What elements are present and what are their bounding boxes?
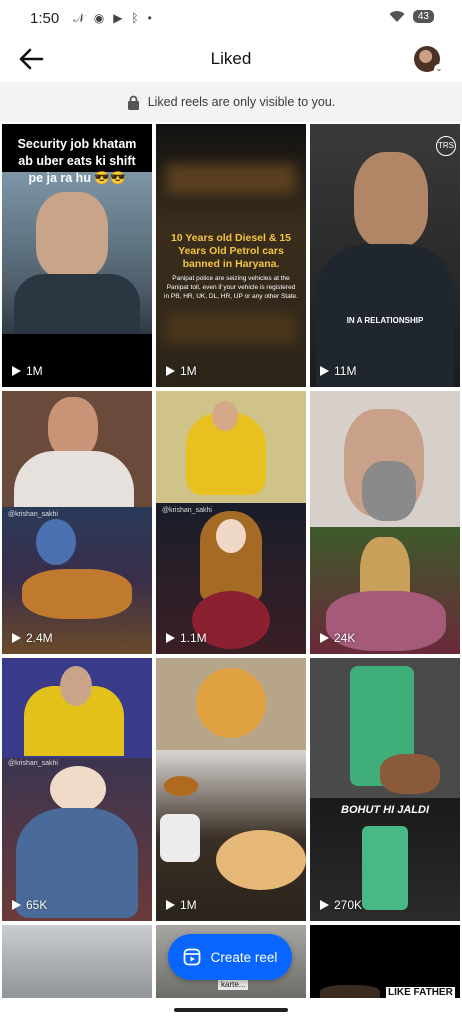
- reel-tile[interactable]: IN A RELATIONSHIP TRS 11M: [310, 124, 460, 387]
- play-icon: [12, 366, 21, 376]
- status-bar: 1:50 𝒩 ◉ ▶ ᛒ • 43: [0, 0, 462, 36]
- reel-views: 270K: [320, 898, 362, 912]
- reel-caption: LIKE FATHER: [386, 987, 455, 998]
- reel-thumbnail-person: [354, 152, 428, 248]
- play-icon: [166, 633, 175, 643]
- reel-tile[interactable]: 10 Years old Diesel & 15 Years Old Petro…: [156, 124, 306, 387]
- dot-icon: •: [147, 11, 152, 25]
- app-bar: Liked ⌄: [0, 36, 462, 82]
- reel-tag: @krishan_sakhi: [8, 760, 58, 767]
- reel-tile[interactable]: @krishan_sakhi 65K: [2, 658, 152, 921]
- messenger-icon: ◉: [93, 11, 105, 25]
- reel-tile[interactable]: 24K: [310, 391, 460, 654]
- reel-views: 1M: [166, 898, 197, 912]
- reel-tag: @krishan_sakhi: [8, 511, 58, 518]
- play-icon: [12, 900, 21, 910]
- play-icon: [166, 366, 175, 376]
- reel-caption: BOHUT HI JALDI: [341, 804, 429, 816]
- reel-tile[interactable]: @krishan_sakhi 1.1M: [156, 391, 306, 654]
- reel-thumbnail-person: [36, 192, 108, 278]
- reel-views: 1M: [12, 364, 43, 378]
- reel-tag: @krishan_sakhi: [162, 507, 212, 514]
- page-title: Liked: [210, 49, 252, 68]
- reel-tile[interactable]: LIKE FATHER: [310, 925, 460, 1001]
- gesture-bar: [0, 998, 462, 1024]
- chevron-down-icon[interactable]: ⌄: [434, 64, 444, 74]
- wifi-icon: [389, 10, 405, 22]
- reel-caption: Security job khatam ab uber eats ki shif…: [17, 137, 137, 185]
- reel-views: 24K: [320, 631, 355, 645]
- reel-tile[interactable]: Security job khatam ab uber eats ki shif…: [2, 124, 152, 387]
- play-icon: [320, 900, 329, 910]
- create-reel-label: Create reel: [210, 949, 278, 965]
- bluetooth-icon: ᛒ: [131, 11, 139, 25]
- reel-subcaption: Panipat police are seizing vehicles at t…: [164, 275, 298, 300]
- status-time: 1:50: [30, 9, 60, 27]
- home-handle[interactable]: [174, 1008, 288, 1012]
- app-icon: 𝒩: [73, 10, 85, 25]
- reel-tile[interactable]: [2, 925, 152, 1001]
- battery-icon: 43: [412, 10, 434, 23]
- reel-caption: IN A RELATIONSHIP: [346, 316, 424, 325]
- play-icon: [12, 633, 21, 643]
- reel-views: 1M: [166, 364, 197, 378]
- play-icon: [166, 900, 175, 910]
- reel-tag: karte...: [218, 979, 249, 990]
- reel-tile[interactable]: BOHUT HI JALDI 270K: [310, 658, 460, 921]
- youtube-icon: ▶: [113, 11, 123, 25]
- reel-caption: 10 Years old Diesel & 15 Years Old Petro…: [170, 232, 292, 270]
- reel-thumbnail-person: [48, 397, 98, 459]
- create-reel-button[interactable]: Create reel: [168, 934, 292, 980]
- reel-views: 2.4M: [12, 631, 53, 645]
- reel-tile[interactable]: 1M: [156, 658, 306, 921]
- reel-badge: TRS: [436, 136, 456, 156]
- reel-views: 65K: [12, 898, 47, 912]
- reels-icon: [183, 948, 200, 966]
- play-icon: [320, 633, 329, 643]
- play-icon: [320, 366, 329, 376]
- reel-tile[interactable]: @krishan_sakhi 2.4M: [2, 391, 152, 654]
- reels-grid: Security job khatam ab uber eats ki shif…: [2, 124, 460, 1001]
- reel-views: 1.1M: [166, 631, 207, 645]
- reel-views: 11M: [320, 364, 356, 378]
- notification-icons: 𝒩 ◉ ▶ ᛒ •: [73, 11, 152, 26]
- privacy-notice: Liked reels are only visible to you.: [0, 82, 462, 122]
- notice-text: Liked reels are only visible to you.: [147, 95, 336, 109]
- lock-icon: [127, 95, 139, 110]
